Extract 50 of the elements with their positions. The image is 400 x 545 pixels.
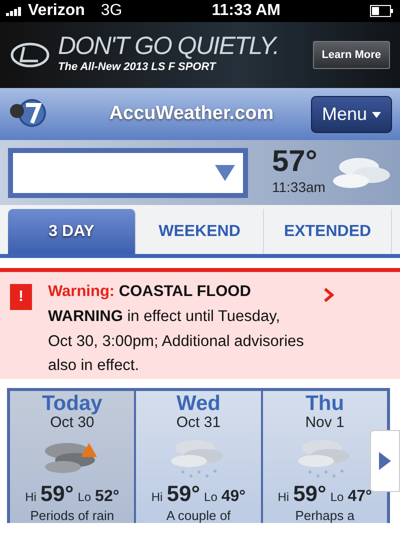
forecast-day-card[interactable]: Wed Oct 31 Hi 59° Lo 49° A couple of [136,391,263,524]
low-temperature: 52° [95,486,120,507]
day-name: Thu [306,393,344,416]
day-name: Wed [176,393,220,416]
hi-label: Hi [151,488,163,506]
ad-subline: The All-New 2013 LS F SPORT [58,60,218,76]
logo-icon [10,42,50,68]
learn-more-button[interactable]: Learn More [312,40,390,70]
caret-icon [215,164,235,180]
low-temperature: 49° [221,486,246,507]
battery-icon [370,5,394,17]
forecast-summary: Perhaps a [295,508,354,524]
carrier-label: Verizon [28,1,85,21]
ad-headline: DON'T GO QUIETLY. [58,34,279,60]
time-label: 11:33am [272,178,326,197]
ad-banner[interactable]: DON'T GO QUIETLY. The All-New 2013 LS F SPORT Learn More [0,22,400,88]
clock-label: 11:33 AM [212,1,281,21]
date-label: Oct 30 [50,415,94,432]
arrow-right-icon [379,452,391,470]
forecast-day-card[interactable]: Today Oct 30 Hi 59° Lo 52° Periods of rain [10,391,136,524]
signal-icon [6,6,24,16]
lo-label: Lo [330,488,344,506]
alert-message: Warning: COASTAL FLOOD WARNING in effect until Tuesday, Oct 30, 3:00pm; Additional advisories also in effect. [48,282,305,376]
network-label: 3G [100,1,122,21]
temperature-label: 57° [272,147,318,177]
hi-label: Hi [25,488,36,506]
caret-icon [372,112,381,118]
hi-label: Hi [278,488,290,506]
lo-label: Lo [78,488,92,506]
forecast-day-card[interactable]: Thu Nov 1 Hi 59° Lo 47° Perhaps a [262,391,387,524]
site-title: AccuWeather.com [108,102,274,126]
day-name: Today [42,393,102,416]
alert-panel[interactable]: ! Warning: COASTAL FLOOD WARNING in effect until Tuesday, Oct 30, 3:00pm; Additional advisories also in effect. [0,268,400,379]
forecast-summary: A couple of [166,508,231,524]
date-label: Oct 31 [176,415,221,432]
high-temperature: 59° [293,482,326,505]
low-temperature: 47° [348,486,372,507]
location-dropdown[interactable] [8,148,248,198]
forecast-summary: Periods of rain [30,508,114,524]
high-temperature: 59° [40,482,74,505]
tab[interactable]: WEEKEND [136,209,264,254]
menu-button[interactable]: Menu [310,96,392,132]
next-button[interactable] [370,430,400,492]
tab[interactable]: 3 DAY [8,209,136,254]
tab[interactable]: EXTENDED [264,209,392,254]
date-label: Nov 1 [305,415,344,432]
high-temperature: 59° [166,482,200,505]
chevron-right-icon[interactable] [324,288,334,302]
lo-label: Lo [204,488,218,506]
warning-icon: ! [10,284,32,310]
